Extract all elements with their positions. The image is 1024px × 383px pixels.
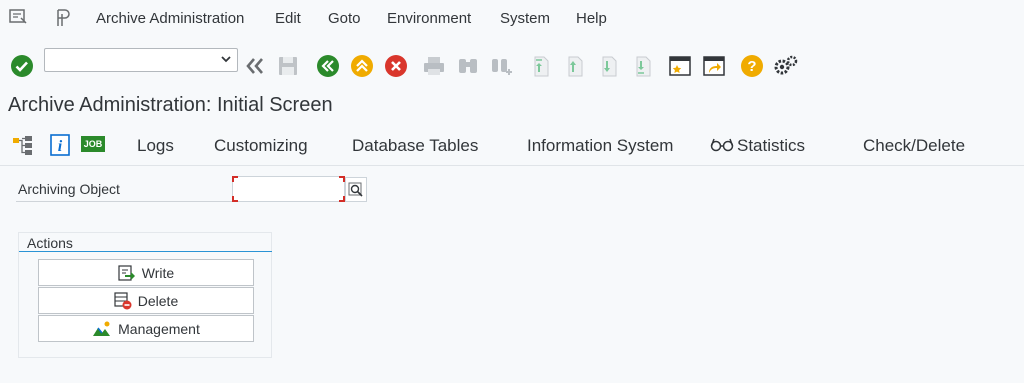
page-title: Archive Administration: Initial Screen: [8, 94, 333, 116]
binoculars-icon: [459, 59, 477, 73]
write-button-label: Write: [141, 264, 175, 281]
value-help-button[interactable]: [345, 177, 367, 202]
create-session-button[interactable]: [666, 44, 694, 88]
menu-goto[interactable]: Goto: [328, 10, 361, 27]
menu-help[interactable]: Help: [576, 10, 607, 27]
print-button[interactable]: [420, 44, 448, 88]
find-button[interactable]: [454, 44, 482, 88]
actions-group: Actions Write Delete Management: [18, 232, 272, 358]
application-toolbar: i JOB Logs Customizing Database Tables I…: [0, 126, 1024, 166]
checkmark-icon: [11, 55, 33, 77]
cancel-button[interactable]: [382, 44, 410, 88]
hierarchy-icon[interactable]: [12, 134, 34, 161]
new-window-icon: [669, 56, 691, 76]
menu-archive-administration[interactable]: Archive Administration: [96, 10, 244, 27]
enter-button[interactable]: [8, 44, 36, 88]
svg-text:?: ?: [747, 58, 756, 75]
save-button[interactable]: [274, 44, 302, 88]
archiving-object-input[interactable]: [232, 176, 345, 202]
menu-bar: Archive Administration Edit Goto Environ…: [0, 0, 1024, 36]
last-page-button[interactable]: [628, 44, 656, 88]
back-button[interactable]: [314, 44, 342, 88]
command-history-back-button[interactable]: [242, 44, 268, 88]
information-system-button[interactable]: Information System: [527, 136, 673, 156]
next-page-icon: [602, 56, 617, 77]
shortcut-icon: [703, 56, 725, 76]
management-button[interactable]: Management: [38, 315, 254, 342]
statistics-button[interactable]: Statistics: [737, 136, 805, 156]
customize-layout-button[interactable]: [772, 44, 800, 88]
gears-icon: [774, 55, 798, 75]
generate-shortcut-button[interactable]: [700, 44, 728, 88]
delete-icon: [114, 291, 132, 309]
first-page-icon: [534, 56, 549, 77]
management-icon: [93, 321, 111, 336]
binoculars-plus-icon: [492, 59, 512, 75]
customizing-button[interactable]: Customizing: [214, 136, 308, 156]
actions-group-title: Actions: [27, 235, 73, 251]
first-page-button[interactable]: [526, 44, 554, 88]
delete-button[interactable]: Delete: [38, 287, 254, 314]
back-icon: [317, 55, 339, 77]
sap-logo-icon[interactable]: [54, 8, 74, 26]
help-icon: ?: [741, 55, 763, 77]
group-title-underline: [19, 251, 272, 252]
double-chevron-left-icon: [246, 58, 263, 74]
check-delete-button[interactable]: Check/Delete: [863, 136, 965, 156]
management-button-label: Management: [118, 320, 200, 337]
chevron-down-icon[interactable]: [221, 54, 231, 64]
last-page-icon: [636, 56, 651, 77]
info-icon[interactable]: i: [50, 134, 70, 161]
write-button[interactable]: Write: [38, 259, 254, 286]
required-marker: [232, 196, 238, 202]
delete-button-label: Delete: [137, 292, 179, 309]
previous-page-button[interactable]: [560, 44, 588, 88]
svg-text:i: i: [58, 138, 63, 155]
print-icon: [424, 57, 444, 75]
logs-button[interactable]: Logs: [137, 136, 174, 156]
menu-system[interactable]: System: [500, 10, 550, 27]
archiving-object-label: Archiving Object: [18, 181, 120, 197]
menu-environment[interactable]: Environment: [387, 10, 471, 27]
next-page-button[interactable]: [594, 44, 622, 88]
save-icon: [279, 57, 297, 75]
previous-page-icon: [568, 56, 583, 77]
menu-edit[interactable]: Edit: [275, 10, 301, 27]
database-tables-button[interactable]: Database Tables: [352, 136, 478, 156]
help-button[interactable]: ?: [738, 44, 766, 88]
exit-icon: [351, 55, 373, 77]
command-field[interactable]: [44, 48, 238, 72]
label-underline: [16, 201, 232, 202]
find-next-button[interactable]: [488, 44, 516, 88]
required-marker: [232, 176, 238, 182]
glasses-icon[interactable]: [710, 137, 734, 158]
exit-button[interactable]: [348, 44, 376, 88]
cancel-icon: [385, 55, 407, 77]
job-icon[interactable]: JOB: [81, 136, 105, 152]
write-icon: [118, 264, 135, 281]
menu-icon[interactable]: [8, 8, 28, 26]
search-icon: [348, 182, 363, 197]
